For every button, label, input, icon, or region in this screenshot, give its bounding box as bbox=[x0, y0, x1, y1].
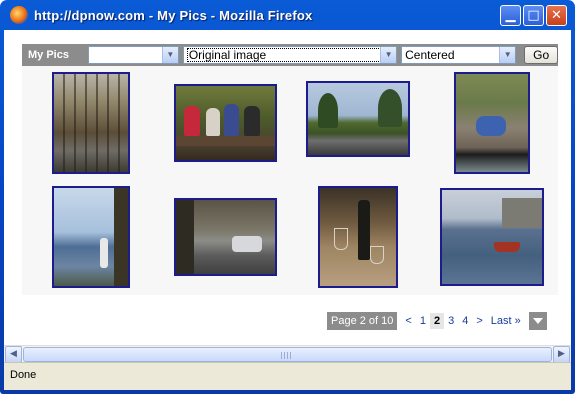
thumbnail-boat-harbour[interactable] bbox=[440, 188, 544, 286]
alignment-select[interactable]: Centered ▼ bbox=[401, 46, 517, 64]
chevron-down-icon[interactable]: ▼ bbox=[161, 47, 178, 63]
alignment-value: Centered bbox=[405, 48, 455, 62]
close-button[interactable]: ✕ bbox=[546, 5, 567, 26]
current-page: 2 bbox=[429, 313, 445, 329]
thumbnail-group-on-log[interactable] bbox=[174, 84, 277, 162]
chevron-down-icon[interactable]: ▼ bbox=[499, 47, 516, 63]
close-icon: ✕ bbox=[551, 8, 562, 23]
prev-page-link[interactable]: < bbox=[401, 315, 415, 327]
thumbnail-person-by-lake[interactable] bbox=[52, 186, 130, 288]
album-select[interactable]: ▼ bbox=[87, 46, 179, 64]
maximize-icon: □ bbox=[527, 8, 540, 23]
scroll-right-icon[interactable]: ▶ bbox=[553, 346, 570, 363]
thumbnail-car-on-road[interactable] bbox=[174, 198, 277, 276]
page-link-4[interactable]: 4 bbox=[458, 315, 472, 327]
next-page-link[interactable]: > bbox=[472, 315, 486, 327]
page-link-1[interactable]: 1 bbox=[416, 315, 430, 327]
minimize-icon: ▁ bbox=[505, 8, 516, 23]
thumbnail-person-blue-jacket[interactable] bbox=[454, 72, 530, 174]
scroll-left-icon[interactable]: ◀ bbox=[5, 346, 22, 363]
window-title: http://dpnow.com - My Pics - Mozilla Fir… bbox=[34, 7, 313, 23]
page-dropdown-icon[interactable] bbox=[528, 312, 547, 330]
status-text: Done bbox=[10, 369, 37, 381]
thumbnail-wine-bottle[interactable] bbox=[318, 186, 398, 288]
grip-icon bbox=[281, 352, 291, 359]
page-info: Page 2 of 10 bbox=[327, 312, 398, 330]
page-content: My Pics ▼ Original image ▼ Centered ▼ Go bbox=[4, 30, 571, 390]
image-size-select[interactable]: Original image ▼ bbox=[182, 46, 398, 64]
horizontal-scrollbar[interactable]: ◀ ▶ bbox=[4, 345, 571, 363]
thumbnail-pond-trees[interactable] bbox=[306, 81, 410, 157]
thumbnail-gallery bbox=[22, 66, 558, 295]
last-page-link[interactable]: Last » bbox=[487, 315, 525, 327]
thumbnail-woodland-stream[interactable] bbox=[52, 72, 130, 174]
gallery-toolbar: My Pics ▼ Original image ▼ Centered ▼ Go bbox=[22, 44, 558, 66]
image-size-value: Original image bbox=[186, 48, 381, 62]
scrollbar-thumb[interactable] bbox=[23, 347, 552, 362]
title-bar[interactable]: http://dpnow.com - My Pics - Mozilla Fir… bbox=[4, 0, 571, 30]
maximize-button[interactable]: □ bbox=[523, 5, 544, 26]
status-bar: Done bbox=[4, 362, 571, 390]
browser-window: http://dpnow.com - My Pics - Mozilla Fir… bbox=[0, 0, 575, 394]
pagination: Page 2 of 10 < 1 2 3 4 > Last » bbox=[327, 312, 547, 330]
go-button[interactable]: Go bbox=[524, 46, 558, 64]
firefox-logo-icon bbox=[10, 6, 28, 24]
toolbar-label: My Pics bbox=[28, 49, 69, 61]
window-controls: ▁ □ ✕ bbox=[500, 5, 567, 26]
chevron-down-icon[interactable]: ▼ bbox=[380, 47, 397, 63]
page-link-3[interactable]: 3 bbox=[444, 315, 458, 327]
minimize-button[interactable]: ▁ bbox=[500, 5, 521, 26]
